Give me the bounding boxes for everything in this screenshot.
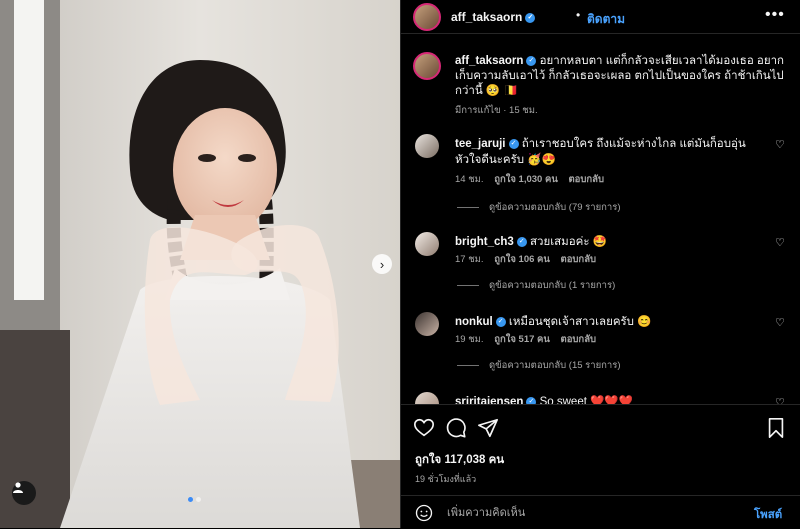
post-modal: › aff_taksaorn ✓ • ติดตาม ••• aff_taksao…	[0, 0, 800, 528]
view-replies-text[interactable]: ดูข้อความตอบกลับ (79 รายการ)	[489, 202, 621, 213]
comment-body: เหมือนชุดเจ้าสาวเลยครับ 😊	[508, 316, 652, 328]
reply-button[interactable]: ตอบกลับ	[561, 254, 597, 265]
commenter-username[interactable]: sriritajensen	[455, 396, 523, 404]
view-replies[interactable]: ดูข้อความตอบกลับ (79 รายการ)	[457, 200, 621, 215]
comments-scroll[interactable]: aff_taksaorn ✓ อยากหลบตา แต่ก็กลัวจะเสียเ…	[401, 36, 800, 404]
comment-meta: 19 ชม. ถูกใจ 517 คน ตอบกลับ	[455, 332, 604, 347]
caption-username[interactable]: aff_taksaorn	[455, 55, 523, 67]
comment-text: nonkul ✓ เหมือนชุดเจ้าสาวเลยครับ 😊	[455, 314, 755, 330]
comment-likes[interactable]: ถูกใจ 517 คน	[494, 334, 550, 345]
commenter-username[interactable]: nonkul	[455, 316, 493, 328]
like-comment-icon[interactable]: ♡	[775, 138, 785, 151]
commenter-avatar[interactable]	[415, 134, 439, 158]
comment-text: bright_ch3 ✓ สวยเสมอค่ะ 🤩	[455, 234, 755, 250]
post-comment-button[interactable]: โพสต์	[754, 506, 782, 524]
comment-text: sriritajensen ✓ So sweet ❤️❤️❤️	[455, 394, 755, 404]
comment-input[interactable]	[445, 502, 739, 524]
verified-icon: ✓	[516, 236, 527, 247]
photo-illustration	[0, 0, 400, 528]
author-username[interactable]: aff_taksaorn ✓	[451, 10, 536, 24]
replies-line	[457, 284, 479, 286]
replies-line	[457, 364, 479, 366]
more-options-icon[interactable]: •••	[765, 6, 785, 24]
author-username-text[interactable]: aff_taksaorn	[451, 10, 522, 24]
caption-avatar[interactable]	[413, 52, 441, 80]
view-replies-text[interactable]: ดูข้อความตอบกลับ (1 รายการ)	[489, 280, 615, 291]
commenter-avatar[interactable]	[415, 392, 439, 404]
view-replies[interactable]: ดูข้อความตอบกลับ (1 รายการ)	[457, 278, 615, 293]
post-actions: ถูกใจ 117,038 คน 19 ชั่วโมงที่แล้ว โพสต์	[401, 404, 800, 528]
bookmark-icon[interactable]	[765, 417, 787, 439]
reply-button[interactable]: ตอบกลับ	[561, 334, 597, 345]
emoji-icon[interactable]	[415, 504, 433, 522]
comment-bubble-icon[interactable]	[445, 417, 467, 439]
commenter-avatar[interactable]	[415, 232, 439, 256]
verified-icon: ✓	[525, 12, 536, 23]
user-icon	[13, 482, 23, 493]
comments-panel: aff_taksaorn ✓ • ติดตาม ••• aff_taksaorn ✓…	[400, 0, 800, 528]
post-time[interactable]: 19 ชั่วโมงที่แล้ว	[415, 472, 476, 486]
caption-meta: มีการแก้ไข · 15 ชม.	[455, 105, 538, 116]
verified-icon: ✓	[495, 316, 506, 327]
reply-button[interactable]: ตอบกลับ	[568, 174, 604, 185]
commenter-username[interactable]: bright_ch3	[455, 236, 514, 248]
comment-text: tee_jaruji ✓ ถ้าเราชอบใคร ถึงแม้จะห่างไกล…	[455, 136, 755, 168]
verified-icon: ✓	[526, 55, 537, 66]
caption: aff_taksaorn ✓ อยากหลบตา แต่ก็กลัวจะเสียเ…	[455, 54, 785, 99]
like-heart-icon[interactable]	[413, 417, 435, 439]
carousel-indicator	[188, 497, 201, 502]
verified-icon: ✓	[526, 396, 537, 404]
like-comment-icon[interactable]: ♡	[775, 396, 785, 404]
carousel-dot	[196, 497, 201, 502]
comment-likes[interactable]: ถูกใจ 106 คน	[494, 254, 550, 265]
likes-count[interactable]: ถูกใจ 117,038 คน	[415, 451, 504, 469]
comment-time: 14 ชม.	[455, 174, 484, 185]
comment-body: สวยเสมอค่ะ 🤩	[530, 236, 608, 248]
separator-dot: •	[576, 8, 581, 22]
post-header: aff_taksaorn ✓ • ติดตาม •••	[401, 0, 800, 34]
comment-time: 19 ชม.	[455, 334, 484, 345]
add-comment-bar: โพสต์	[401, 495, 800, 529]
like-comment-icon[interactable]: ♡	[775, 316, 785, 329]
commenter-avatar[interactable]	[415, 312, 439, 336]
like-comment-icon[interactable]: ♡	[775, 236, 785, 249]
verified-icon: ✓	[508, 138, 519, 149]
author-avatar[interactable]	[413, 3, 441, 31]
comment-meta: 14 ชม. ถูกใจ 1,030 คน ตอบกลับ	[455, 172, 612, 187]
comment-likes[interactable]: ถูกใจ 1,030 คน	[494, 174, 558, 185]
follow-button[interactable]: ติดตาม	[587, 10, 625, 29]
comment-time: 17 ชม.	[455, 254, 484, 265]
replies-line	[457, 206, 479, 208]
view-replies-text[interactable]: ดูข้อความตอบกลับ (15 รายการ)	[489, 360, 621, 371]
carousel-dot-active	[188, 497, 193, 502]
view-replies[interactable]: ดูข้อความตอบกลับ (15 รายการ)	[457, 358, 621, 373]
share-send-icon[interactable]	[477, 417, 499, 439]
commenter-username[interactable]: tee_jaruji	[455, 138, 506, 150]
comment-body: So sweet ❤️❤️❤️	[539, 396, 634, 404]
post-photo[interactable]: ›	[0, 0, 400, 528]
comment-meta: 17 ชม. ถูกใจ 106 คน ตอบกลับ	[455, 252, 604, 267]
tagged-users-button[interactable]	[12, 481, 36, 505]
next-photo-button[interactable]: ›	[372, 254, 392, 274]
